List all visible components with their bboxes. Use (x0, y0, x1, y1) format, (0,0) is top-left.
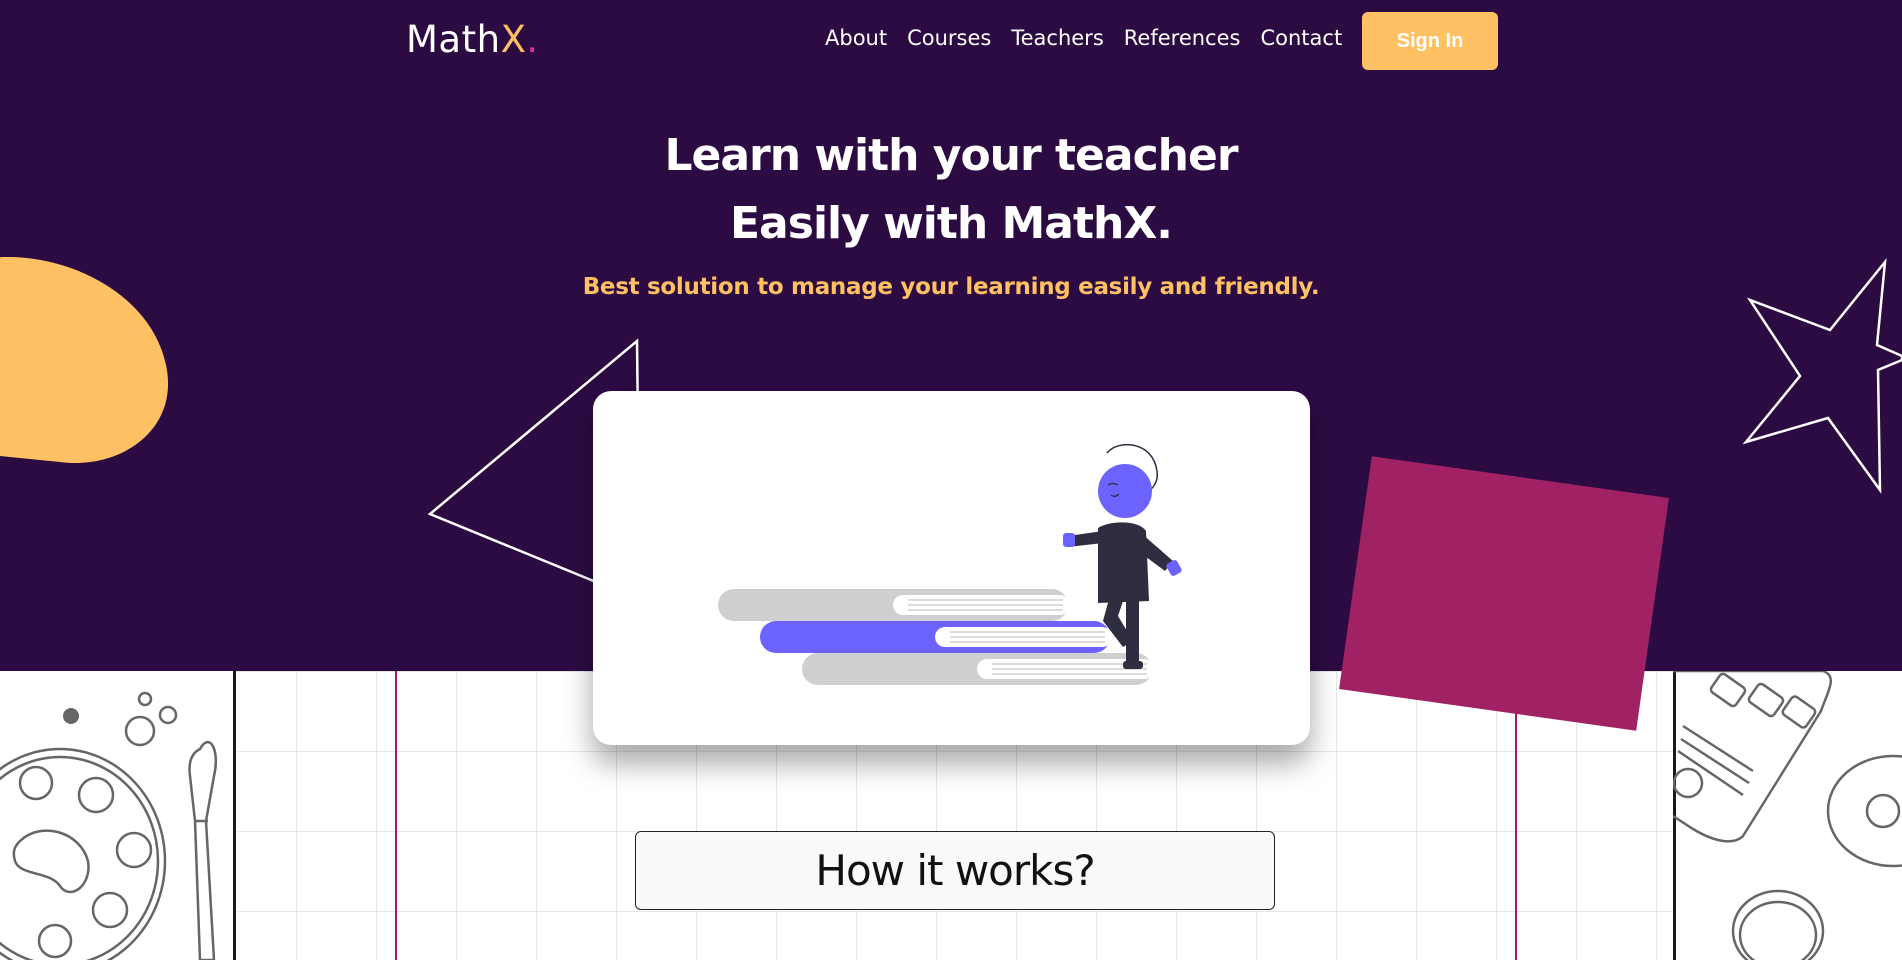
margin-line-left (395, 671, 397, 960)
palette-sketch-icon (0, 691, 218, 960)
logo-text-main: Math (406, 18, 501, 61)
hero-headline-line2: Easily with MathX. (730, 198, 1173, 249)
logo-text-dot: . (526, 18, 539, 61)
nav-link-courses[interactable]: Courses (907, 26, 991, 50)
brand-logo[interactable]: MathX. (406, 18, 539, 61)
nav-link-contact[interactable]: Contact (1260, 26, 1342, 50)
hero-headline-line1: Learn with your teacher (664, 130, 1238, 181)
margin-line-right (1515, 671, 1517, 960)
hero-illustration-card (593, 391, 1310, 745)
logo-text-accent: X (500, 18, 527, 61)
nav-link-references[interactable]: References (1124, 26, 1241, 50)
sign-in-button[interactable]: Sign In (1362, 12, 1498, 70)
main-nav: About Courses Teachers References Contac… (825, 26, 1362, 50)
nav-link-teachers[interactable]: Teachers (1011, 26, 1103, 50)
person-on-books-illustration (718, 443, 1182, 685)
hero-tagline: Best solution to manage your learning ea… (582, 274, 1320, 300)
nav-link-about[interactable]: About (825, 26, 887, 50)
magenta-square-shape (1339, 456, 1669, 731)
how-it-works-heading: How it works? (635, 831, 1275, 910)
bus-sketch-icon (1673, 671, 1902, 960)
